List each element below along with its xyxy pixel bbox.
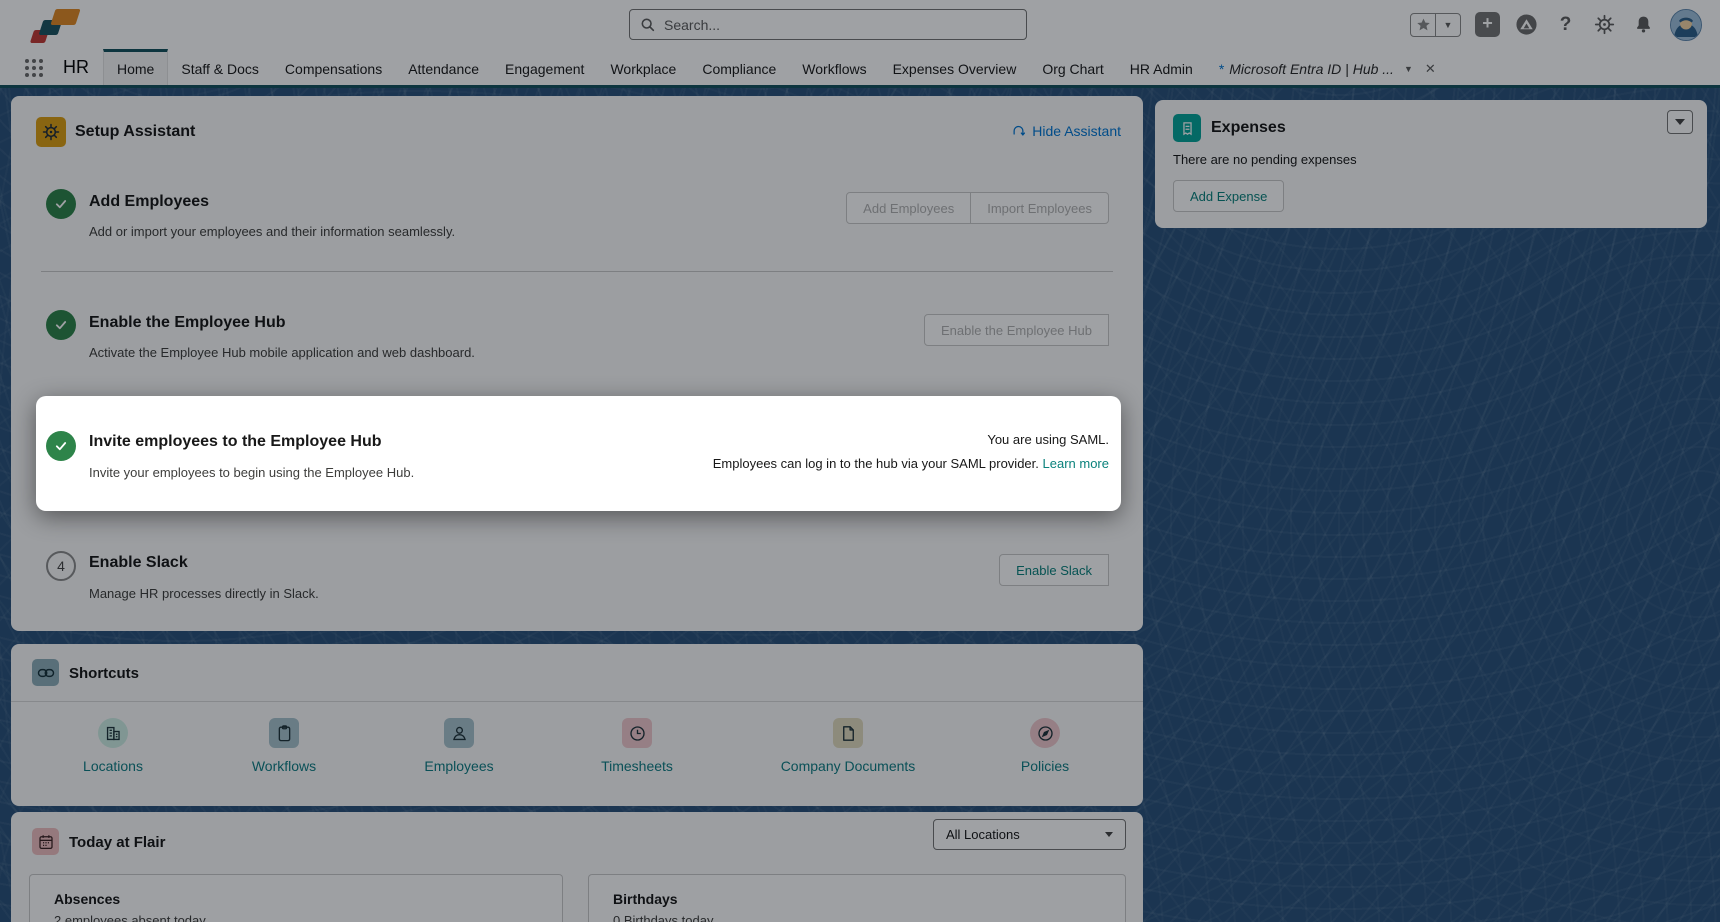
saml-note-line1: You are using SAML. xyxy=(713,432,1109,447)
step3-highlight-card: Invite employees to the Employee Hub Inv… xyxy=(36,396,1121,511)
step3-title: Invite employees to the Employee Hub xyxy=(89,433,382,451)
step3-complete-check-icon xyxy=(46,431,76,461)
saml-note-line2: Employees can log in to the hub via your… xyxy=(713,456,1039,471)
saml-note: You are using SAML. Employees can log in… xyxy=(713,432,1109,471)
learn-more-link[interactable]: Learn more xyxy=(1043,456,1109,471)
step3-description: Invite your employees to begin using the… xyxy=(89,465,414,480)
